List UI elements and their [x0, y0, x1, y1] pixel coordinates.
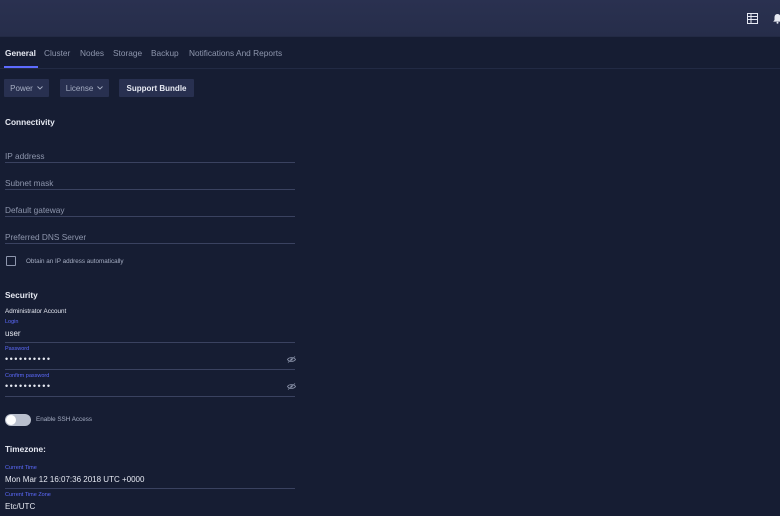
login-field[interactable]: Login user	[5, 318, 295, 344]
password-label: Password	[5, 346, 30, 352]
current-time-field: Current Time Mon Mar 12 16:07:36 2018 UT…	[5, 464, 295, 490]
eye-off-icon[interactable]	[287, 382, 296, 391]
connectivity-title: Connectivity	[5, 117, 55, 127]
ip-address-field[interactable]: IP address	[5, 140, 295, 164]
ip-address-placeholder: IP address	[5, 151, 45, 161]
field-underline	[5, 189, 295, 190]
active-tab-indicator	[4, 66, 38, 68]
field-underline	[5, 369, 295, 370]
login-label: Login	[5, 319, 19, 325]
timezone-title: Timezone:	[5, 444, 46, 454]
confirm-password-value: ••••••••••	[5, 381, 52, 391]
current-time-value: Mon Mar 12 16:07:36 2018 UTC +0000	[5, 475, 145, 484]
current-time-label: Current Time	[5, 465, 37, 471]
license-button-label: License	[65, 83, 94, 93]
top-bar	[0, 0, 780, 37]
list-icon[interactable]	[745, 11, 759, 25]
dns-server-placeholder: Preferred DNS Server	[5, 232, 87, 242]
default-gateway-field[interactable]: Default gateway	[5, 194, 295, 218]
power-button-label: Power	[10, 83, 33, 93]
field-underline	[5, 243, 295, 244]
eye-off-icon[interactable]	[287, 355, 296, 364]
dns-server-field[interactable]: Preferred DNS Server	[5, 221, 295, 245]
obtain-ip-label: Obtain an IP address automatically	[26, 258, 124, 265]
field-underline	[5, 162, 295, 163]
settings-tabs: General Cluster Nodes Storage Backup Not…	[0, 36, 780, 69]
security-title: Security	[5, 290, 38, 300]
current-time-zone-label: Current Time Zone	[5, 492, 51, 498]
field-underline	[5, 396, 295, 397]
admin-account-label: Administrator Account	[5, 308, 67, 315]
password-field[interactable]: Password ••••••••••	[5, 345, 296, 371]
support-bundle-button[interactable]: Support Bundle	[119, 79, 194, 97]
ssh-access-toggle[interactable]	[5, 414, 31, 426]
tab-nodes[interactable]: Nodes	[80, 48, 104, 58]
field-underline	[5, 216, 295, 217]
default-gateway-placeholder: Default gateway	[5, 205, 65, 215]
toggle-knob	[6, 415, 16, 425]
subnet-mask-field[interactable]: Subnet mask	[5, 167, 295, 191]
bell-icon[interactable]	[770, 11, 780, 25]
current-time-zone-value: Etc/UTC	[5, 502, 36, 511]
subnet-mask-placeholder: Subnet mask	[5, 178, 54, 188]
current-time-zone-field[interactable]: Current Time Zone Etc/UTC	[5, 491, 295, 516]
support-bundle-button-label: Support Bundle	[126, 83, 187, 93]
tab-general[interactable]: General	[5, 48, 36, 58]
tab-cluster[interactable]: Cluster	[44, 48, 70, 58]
ssh-access-label: Enable SSH Access	[36, 416, 93, 423]
confirm-password-field[interactable]: Confirm password ••••••••••	[5, 372, 296, 398]
password-value: ••••••••••	[5, 354, 52, 364]
login-value: user	[5, 329, 21, 338]
tab-notifications-and-reports[interactable]: Notifications And Reports	[189, 48, 282, 58]
tab-storage[interactable]: Storage	[113, 48, 142, 58]
confirm-password-label: Confirm password	[5, 373, 50, 379]
chevron-down-icon	[97, 86, 104, 90]
tab-backup[interactable]: Backup	[151, 48, 179, 58]
obtain-ip-checkbox[interactable]	[6, 256, 16, 266]
field-underline	[5, 488, 295, 489]
chevron-down-icon	[37, 86, 43, 90]
power-button[interactable]: Power	[4, 79, 49, 97]
license-button[interactable]: License	[60, 79, 109, 97]
field-underline	[5, 342, 295, 343]
